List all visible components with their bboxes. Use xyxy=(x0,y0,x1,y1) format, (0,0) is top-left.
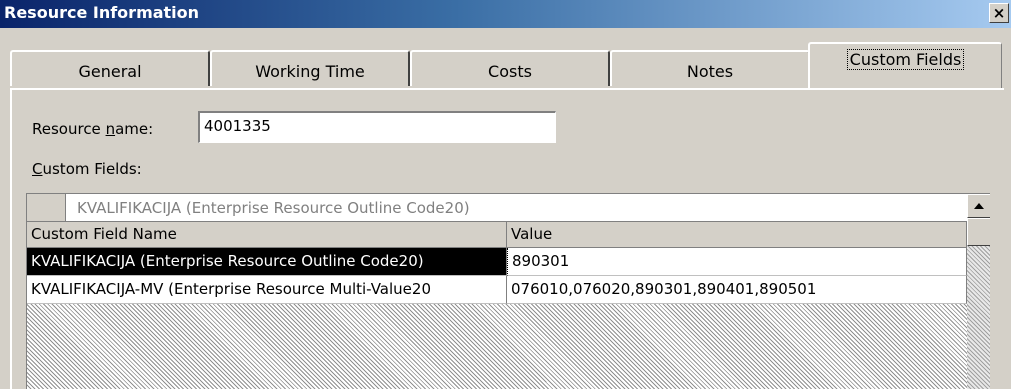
scroll-up-button[interactable] xyxy=(967,194,990,218)
tab-label: General xyxy=(78,62,142,81)
resource-name-label: Resource name: xyxy=(32,120,154,138)
grid-edit-bar[interactable]: KVALIFIKACIJA (Enterprise Resource Outli… xyxy=(27,194,967,222)
tab-label: Costs xyxy=(488,62,532,81)
tab-label: Working Time xyxy=(255,62,365,81)
tab-notes[interactable]: Notes xyxy=(610,50,810,86)
up-arrow-icon xyxy=(974,203,984,209)
close-icon: × xyxy=(992,4,1006,22)
close-button[interactable]: × xyxy=(989,3,1009,23)
vertical-scrollbar[interactable] xyxy=(967,194,990,389)
tab-costs[interactable]: Costs xyxy=(410,50,610,86)
custom-fields-grid: KVALIFIKACIJA (Enterprise Resource Outli… xyxy=(26,193,990,389)
tab-label: Custom Fields xyxy=(846,49,965,70)
column-header-value[interactable]: Value xyxy=(507,222,967,248)
row-field-name[interactable]: KVALIFIKACIJA (Enterprise Resource Outli… xyxy=(27,248,507,276)
column-header-name[interactable]: Custom Field Name xyxy=(27,222,507,248)
grid-empty-area xyxy=(27,304,967,389)
grid-edit-text: KVALIFIKACIJA (Enterprise Resource Outli… xyxy=(77,199,470,217)
row-field-name[interactable]: KVALIFIKACIJA-MV (Enterprise Resource Mu… xyxy=(27,276,507,304)
window-title: Resource Information xyxy=(4,3,200,22)
scroll-thumb[interactable] xyxy=(967,218,990,246)
table-row[interactable]: KVALIFIKACIJA-MV (Enterprise Resource Mu… xyxy=(27,276,967,304)
resource-name-input[interactable]: 4001335 xyxy=(198,111,556,143)
tab-general[interactable]: General xyxy=(10,50,210,86)
tab-custom-fields[interactable]: Custom Fields xyxy=(808,42,1002,88)
title-bar: Resource Information × xyxy=(0,0,1011,28)
custom-fields-label: Custom Fields: xyxy=(32,160,142,178)
tab-label: Notes xyxy=(686,62,734,81)
row-field-value[interactable]: 076010,076020,890301,890401,890501 xyxy=(507,276,967,304)
tab-working-time[interactable]: Working Time xyxy=(210,50,410,86)
grid-corner xyxy=(27,194,66,221)
resource-name-value: 4001335 xyxy=(204,117,271,135)
table-row[interactable]: KVALIFIKACIJA (Enterprise Resource Outli… xyxy=(27,248,967,276)
row-field-value[interactable]: 890301 xyxy=(507,248,967,276)
